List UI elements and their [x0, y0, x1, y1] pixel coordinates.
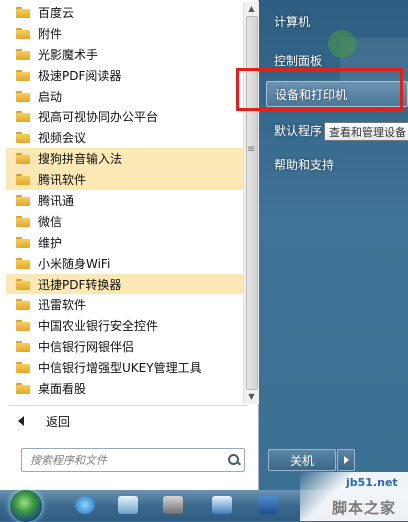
folder-icon	[16, 48, 30, 60]
program-folder-item[interactable]: 附件	[6, 23, 243, 44]
program-folder-item[interactable]: 中国农业银行安全控件	[6, 315, 243, 336]
folder-icon	[16, 153, 30, 165]
taskbar-app-icon[interactable]	[212, 496, 232, 514]
folder-icon	[16, 341, 30, 353]
program-folder-label: 维护	[38, 235, 63, 250]
program-folder-item[interactable]: 极速PDF阅读器	[6, 65, 243, 86]
watermark-site: jb51.net	[346, 476, 398, 489]
program-folder-item[interactable]: 迅捷PDF转换器	[6, 273, 243, 295]
resize-grip-icon[interactable]: ≡	[247, 144, 255, 155]
folder-icon	[16, 90, 30, 102]
program-folder-label: 附件	[38, 26, 63, 41]
program-folder-label: 中信银行网银伴侣	[38, 340, 135, 355]
program-folder-item[interactable]: 百度云	[6, 2, 243, 23]
folder-icon	[16, 299, 30, 311]
menu-item-computer[interactable]: 计算机	[266, 8, 408, 34]
taskbar-app-icon[interactable]	[118, 496, 138, 514]
folder-icon	[16, 362, 30, 374]
watermark-brand: 脚本之家	[332, 499, 397, 517]
menu-item-default-programs-label: 默认程序	[274, 123, 323, 138]
shutdown-button[interactable]: 关机	[268, 449, 336, 471]
program-folder-item[interactable]: 启动	[6, 86, 243, 107]
menu-item-help-support-label: 帮助和支持	[274, 157, 335, 172]
program-folder-label: 启动	[38, 89, 63, 104]
tooltip: 查看和管理设备	[324, 122, 408, 141]
program-folder-label: 极速PDF阅读器	[38, 68, 122, 83]
shutdown-options-button[interactable]	[337, 449, 355, 471]
back-label: 返回	[46, 414, 71, 429]
annotation-highlight-box	[236, 68, 403, 111]
scroll-down-arrow-icon[interactable]: ▼	[246, 392, 257, 402]
folder-icon	[16, 278, 30, 290]
browser-icon[interactable]	[75, 496, 95, 514]
folder-icon	[16, 111, 30, 123]
search-box[interactable]	[21, 448, 245, 472]
menu-item-control-panel-label: 控制面板	[274, 53, 323, 68]
folder-icon	[16, 320, 30, 332]
program-folder-label: 中信银行增强型UKEY管理工具	[38, 361, 202, 376]
taskbar-app-icon[interactable]	[258, 496, 278, 514]
program-folder-label: 中国农业银行安全控件	[38, 319, 159, 334]
program-folder-label: 光影魔术手	[38, 47, 99, 62]
program-folder-label: 微信	[38, 214, 63, 229]
program-list-scrollbar[interactable]: ▲ ▼	[243, 2, 259, 404]
folder-icon	[16, 174, 30, 186]
search-input[interactable]	[22, 452, 224, 468]
divider	[8, 405, 248, 406]
program-folder-item[interactable]: 视频会议	[6, 127, 243, 148]
folder-icon	[16, 215, 30, 227]
program-folder-label: 视频会议	[38, 131, 87, 146]
program-folder-label: 搜狗拼音输入法	[38, 152, 123, 167]
program-folder-item[interactable]: 搜狗拼音输入法	[6, 148, 243, 170]
shutdown-label: 关机	[289, 453, 314, 468]
start-menu-left-panel: 百度云附件光影魔术手极速PDF阅读器 启动视高可视协同办公平台 视频会议搜狗拼音输入…	[0, 0, 259, 490]
back-arrow-icon	[18, 416, 24, 426]
start-button-icon[interactable]	[10, 490, 42, 522]
folder-icon	[16, 194, 30, 206]
taskbar-app-icon[interactable]	[163, 496, 183, 514]
program-folder-label: 视高可视协同办公平台	[38, 110, 159, 125]
program-folder-label: 桌面看股	[38, 381, 87, 396]
folder-icon	[16, 6, 30, 18]
program-folder-item[interactable]: 桌面看股	[6, 378, 243, 399]
menu-item-computer-label: 计算机	[274, 14, 311, 29]
program-folder-item[interactable]: 小米随身WiFi	[6, 253, 243, 274]
program-folder-item[interactable]: 光影魔术手	[6, 44, 243, 65]
program-folder-item[interactable]: 中信银行网银伴侣	[6, 336, 243, 357]
program-folder-item[interactable]: 迅雷软件	[6, 294, 243, 315]
program-folder-label: 迅雷软件	[38, 298, 87, 313]
folder-icon	[16, 257, 30, 269]
program-folder-item[interactable]: 中信银行增强型UKEY管理工具	[6, 357, 243, 378]
program-folder-item[interactable]: 微信	[6, 211, 243, 232]
program-folder-item[interactable]: 维护	[6, 232, 243, 253]
program-list: 百度云附件光影魔术手极速PDF阅读器 启动视高可视协同办公平台 视频会议搜狗拼音输入…	[6, 2, 243, 404]
folder-icon	[16, 236, 30, 248]
program-folder-item[interactable]: 腾讯通	[6, 190, 243, 211]
menu-item-help-support[interactable]: 帮助和支持	[266, 151, 408, 177]
folder-icon	[16, 382, 30, 394]
program-folder-label: 百度云	[38, 5, 75, 20]
back-button[interactable]: 返回	[6, 410, 242, 432]
program-folder-label: 小米随身WiFi	[38, 256, 111, 271]
search-icon[interactable]	[224, 450, 244, 470]
program-folder-label: 迅捷PDF转换器	[38, 277, 122, 292]
scroll-up-arrow-icon[interactable]: ▲	[246, 4, 257, 14]
folder-icon	[16, 132, 30, 144]
program-folder-item[interactable]: 视高可视协同办公平台	[6, 106, 243, 127]
arrow-right-icon	[343, 456, 349, 464]
program-folder-item[interactable]: 腾讯软件	[6, 169, 243, 191]
program-folder-label: 腾讯软件	[38, 173, 87, 188]
folder-icon	[16, 27, 30, 39]
program-folder-label: 腾讯通	[38, 193, 75, 208]
folder-icon	[16, 69, 30, 81]
